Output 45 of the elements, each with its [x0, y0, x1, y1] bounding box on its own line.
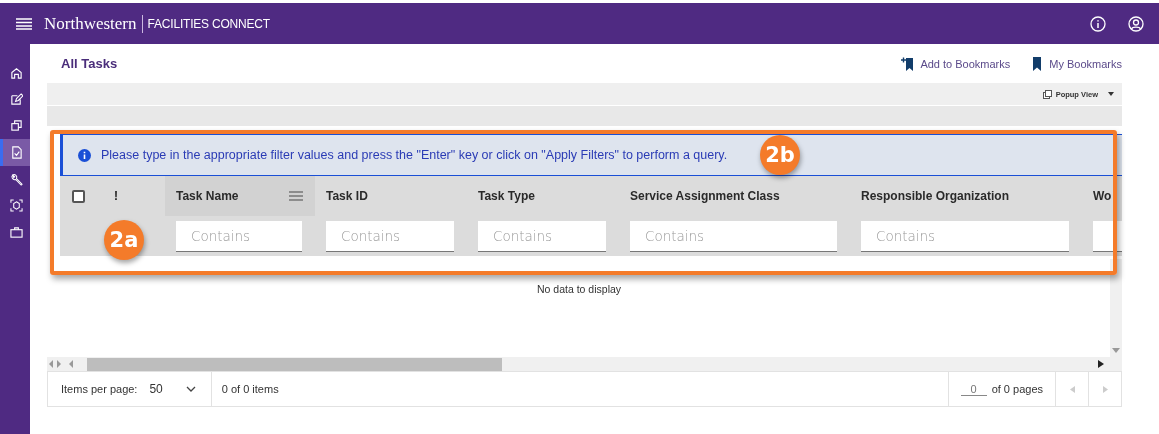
copy-icon	[10, 119, 23, 133]
horizontal-scrollbar[interactable]	[47, 357, 1122, 371]
chevron-down-icon[interactable]	[185, 385, 196, 393]
filter-field[interactable]: Contains	[478, 220, 606, 252]
chevron-right-icon	[1102, 385, 1108, 393]
bookmark-add-icon	[901, 56, 916, 71]
sidebar-item[interactable]	[0, 139, 30, 166]
scroll-right-icon[interactable]	[1098, 360, 1104, 368]
briefcase-icon	[10, 225, 23, 239]
column-header[interactable]: Task Name	[165, 176, 315, 216]
vertical-scrollbar[interactable]	[1110, 259, 1122, 357]
item-count: 0 of 0 items	[221, 383, 279, 395]
column-header[interactable]: Task ID	[315, 176, 467, 216]
brand-name: Northwestern	[44, 14, 143, 33]
column-header[interactable]: Responsible Organization	[850, 176, 1082, 216]
product-name: FACILITIES CONNECT	[147, 16, 270, 31]
column-header[interactable]: Task Type	[467, 176, 619, 216]
filter-hint: Please type in the appropriate filter values and press the "Enter" key or click on "Apply Filters" to perform a query.	[101, 148, 728, 162]
bookmark-link[interactable]: My Bookmarks	[1030, 56, 1122, 71]
select-all-checkbox[interactable]	[72, 189, 85, 203]
filter-field[interactable]: Contains	[326, 220, 454, 252]
home-icon	[10, 65, 23, 79]
info-icon	[78, 148, 91, 162]
column-header[interactable]: Service Assignment Class	[619, 176, 850, 216]
items-per-page-select[interactable]: 50	[149, 382, 163, 396]
priority-header: !	[114, 189, 118, 203]
caret-icon	[1108, 92, 1114, 96]
column-header[interactable]: Wo	[1082, 176, 1122, 216]
edit-icon	[10, 92, 23, 106]
filter-field[interactable]: Contains	[861, 220, 1069, 252]
page-title: All Tasks	[61, 56, 118, 71]
filter-field[interactable]: Contains	[176, 220, 302, 252]
info-icon[interactable]	[1090, 15, 1106, 32]
wrench-icon	[10, 172, 23, 186]
items-per-page-label: Items per page:	[61, 383, 138, 395]
chevron-left-icon	[1069, 385, 1075, 393]
user-icon[interactable]	[1128, 15, 1144, 32]
popup-icon	[1042, 89, 1052, 99]
scan-icon	[10, 199, 23, 213]
filter-field[interactable]: Contains	[630, 220, 837, 252]
bookmark-link[interactable]: Add to Bookmarks	[901, 56, 1011, 71]
checked-document-icon	[10, 145, 23, 159]
empty-message: No data to display	[537, 283, 622, 295]
page-total: of 0 pages	[991, 383, 1043, 395]
page-field[interactable]: 0	[960, 382, 987, 396]
